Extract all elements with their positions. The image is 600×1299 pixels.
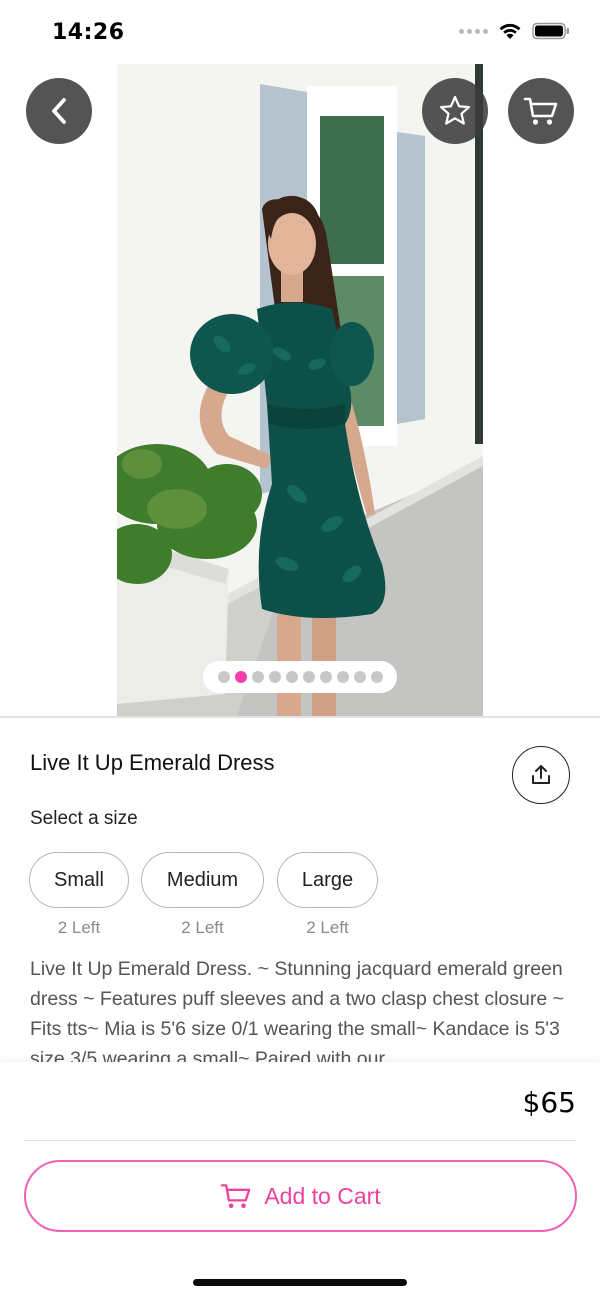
- size-option-medium[interactable]: Medium: [141, 852, 264, 908]
- cart-button[interactable]: [508, 78, 574, 144]
- stock-count-small: 2 Left: [57, 918, 101, 937]
- purchase-divider: [24, 1140, 576, 1141]
- pager-dot[interactable]: [319, 671, 332, 683]
- size-option-large[interactable]: Large: [277, 852, 378, 908]
- product-image[interactable]: [117, 64, 483, 716]
- pager-dot[interactable]: [251, 671, 264, 683]
- pager-dot[interactable]: [353, 671, 366, 683]
- size-option-small[interactable]: Small: [29, 852, 129, 908]
- stock-count-large: 2 Left: [306, 918, 349, 937]
- share-button[interactable]: [512, 746, 570, 804]
- pager-dot[interactable]: [302, 671, 315, 683]
- star-icon: [439, 95, 471, 125]
- back-button[interactable]: [26, 78, 92, 144]
- signal-icon: [459, 28, 488, 34]
- back-chevron-icon: [52, 98, 66, 124]
- image-divider: [0, 716, 600, 718]
- product-title: Live It Up Emerald Dress: [30, 750, 275, 775]
- image-pager[interactable]: [203, 661, 397, 693]
- battery-icon: [532, 22, 569, 40]
- size-heading: Select a size: [30, 808, 138, 829]
- price: $65: [522, 1086, 576, 1119]
- add-to-cart-label: Add to Cart: [264, 1182, 381, 1209]
- share-icon: [532, 765, 550, 784]
- cart-icon: [523, 97, 558, 125]
- pager-dot[interactable]: [285, 671, 298, 683]
- status-icons: [459, 22, 570, 40]
- wifi-icon: [499, 23, 521, 39]
- home-indicator[interactable]: [193, 1279, 407, 1286]
- status-time: 14:26: [52, 20, 125, 45]
- cart-icon: [221, 1184, 251, 1208]
- add-to-cart-button[interactable]: Add to Cart: [24, 1160, 577, 1232]
- pager-dot[interactable]: [217, 671, 230, 683]
- status-bar: 14:26: [0, 0, 600, 64]
- product-description: Live It Up Emerald Dress. ~ Stunning jac…: [30, 958, 565, 1062]
- favorite-button[interactable]: [422, 78, 488, 144]
- pager-dot-active[interactable]: [234, 671, 247, 683]
- pager-dot[interactable]: [268, 671, 281, 683]
- pager-dot[interactable]: [370, 671, 383, 683]
- pager-dot[interactable]: [336, 671, 349, 683]
- stock-count-medium: 2 Left: [181, 918, 224, 937]
